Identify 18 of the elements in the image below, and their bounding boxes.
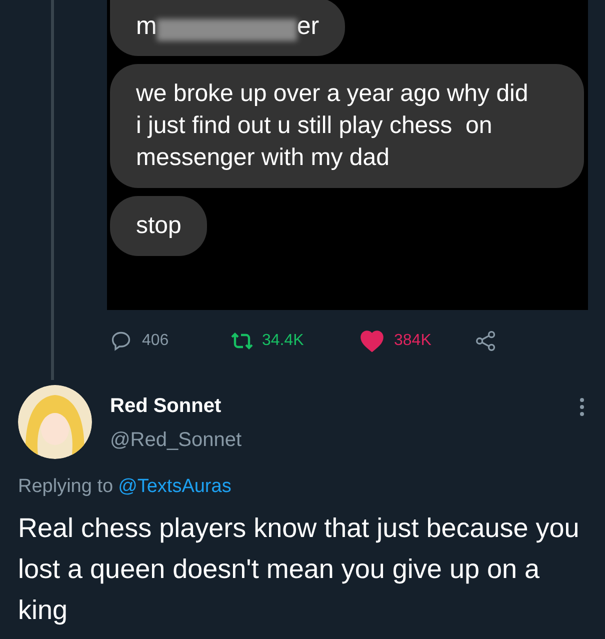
share-icon[interactable] — [475, 330, 497, 352]
message-text: er — [296, 11, 320, 42]
message-text: stop — [136, 211, 182, 241]
message-text: we broke up over a year ago why did i just find out u still play chess on messenger with my dad — [136, 79, 530, 173]
user-name[interactable]: Red Sonnet — [110, 393, 579, 419]
heart-icon[interactable] — [360, 330, 384, 352]
retweet-icon[interactable] — [230, 331, 254, 351]
replying-label: Replying to — [18, 475, 114, 499]
reply-count: 406 — [142, 331, 169, 351]
like-count: 384K — [394, 331, 432, 351]
reply-text: Real chess players know that just because you lost a queen doesn't mean you give up on a king — [17, 512, 580, 627]
retweet-count: 34.4K — [262, 331, 304, 351]
avatar[interactable] — [18, 385, 92, 459]
user-handle: @Red_Sonnet — [110, 428, 243, 453]
message-text: m — [136, 11, 157, 42]
more-icon[interactable] — [579, 397, 585, 417]
mention-link[interactable]: @TextsAuras — [118, 473, 232, 502]
reply-icon[interactable] — [110, 330, 132, 352]
